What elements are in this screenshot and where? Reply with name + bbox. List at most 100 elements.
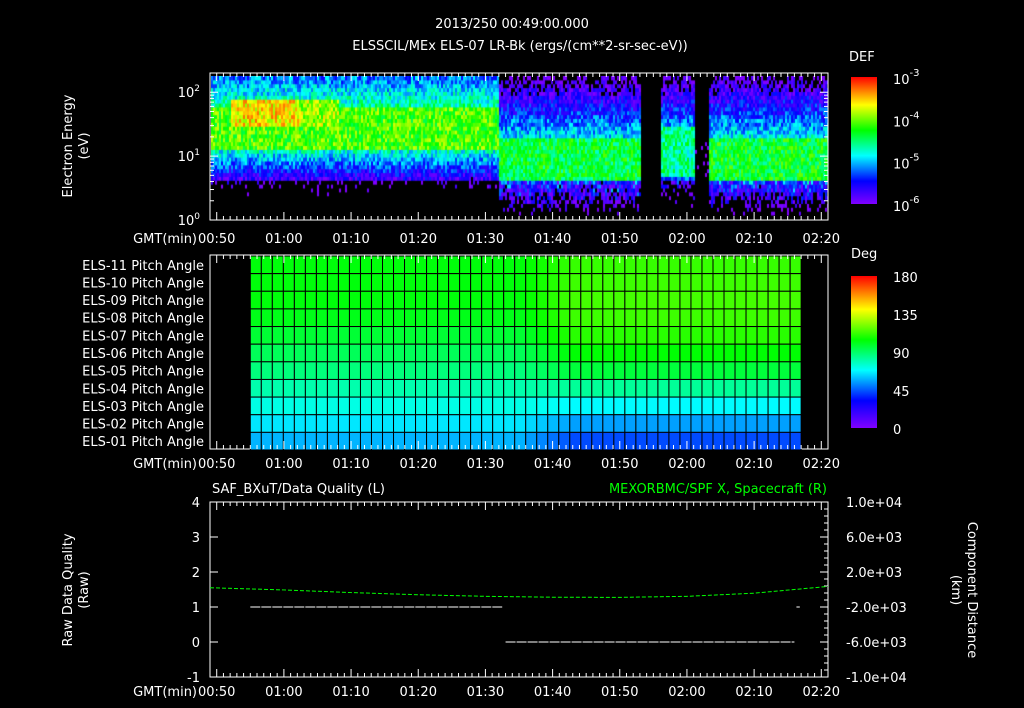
pitch-angle-cell [701, 308, 714, 328]
pitch-angle-row-label: ELS-11 Pitch Angle [82, 259, 204, 274]
pitch-angle-cell [393, 290, 406, 310]
pitch-angle-cell [426, 343, 439, 363]
pitch-angle-cell [293, 290, 306, 310]
pitch-angle-cell [591, 273, 604, 292]
pitch-angle-cell [657, 290, 670, 310]
pitch-angle-cell [745, 343, 758, 363]
pitch-angle-cell [723, 255, 736, 275]
pitch-angle-cell [282, 255, 295, 275]
spectrogram-frame [209, 72, 829, 221]
left-series-title: SAF_BXuT/Data Quality (L) [212, 482, 385, 497]
pitch-angle-cell [701, 361, 714, 380]
pitch-angle-cell [315, 290, 328, 310]
spectrogram-panel: 00:50 01:00 01:10 01:20 01:30 01:40 01:50 02:00… [61, 50, 920, 247]
pitch-angle-cell [756, 290, 769, 310]
pitch-angle-cell [492, 290, 505, 310]
pitch-angle-cell [525, 326, 538, 345]
colorbar-tick-exponent: -6 [910, 195, 920, 206]
pitch-angle-cell [249, 273, 262, 292]
pitch-angle-cell [492, 326, 505, 345]
pitch-angle-cell [448, 361, 461, 380]
pitch-angle-cell [679, 273, 692, 292]
pitch-angle-row-label: ELS-07 Pitch Angle [82, 329, 204, 344]
pitch-angle-cell [326, 431, 339, 451]
pitch-angle-cell [602, 343, 615, 363]
x-tick-label: 01:30 [467, 457, 504, 472]
pitch-angle-cell [547, 255, 560, 275]
pitch-angle-cell [282, 361, 295, 380]
pitch-angle-cell [293, 308, 306, 328]
pitch-angle-cell [481, 396, 494, 416]
pitch-angle-cell [679, 308, 692, 328]
pitch-angle-cell [437, 414, 450, 433]
pitch-angle-cell [657, 273, 670, 292]
pitch-angle-cell [348, 414, 361, 433]
pitch-angle-cell [282, 343, 295, 363]
pitch-angle-cell [547, 273, 560, 292]
pitch-angle-cell [734, 396, 747, 416]
pitch-angle-cell [536, 326, 549, 345]
pitch-angle-cell [569, 378, 582, 398]
colorbar-tick-label: 10-5 [893, 153, 920, 173]
colorbar-tick-label: 90 [893, 347, 910, 362]
pitch-angle-cell [646, 255, 659, 275]
pitch-angle-cell [492, 255, 505, 275]
pitch-angle-cell [778, 396, 791, 416]
pitch-angle-cell [448, 414, 461, 433]
pitch-angle-cell [536, 396, 549, 416]
pitch-angle-cell [348, 396, 361, 416]
spectrogram-ylabel-unit: (eV) [77, 132, 92, 159]
pitch-angle-cell [249, 431, 262, 451]
pitch-angle-cell [293, 343, 306, 363]
pitch-angle-cell [271, 255, 284, 275]
pitch-angle-cell [382, 343, 395, 363]
pitch-angle-cell [448, 378, 461, 398]
pitch-angle-cell [293, 414, 306, 433]
pitch-angle-cell [459, 343, 472, 363]
pitch-angle-cell [624, 414, 637, 433]
pitch-angle-cell [668, 308, 681, 328]
left-y-tick-label: 0 [192, 636, 200, 651]
pitch-angle-cell [492, 361, 505, 380]
pitch-angle-cell [668, 255, 681, 275]
pitch-angle-cell [492, 431, 505, 451]
pitch-angle-cell [370, 414, 384, 433]
pitch-angle-cell [393, 414, 406, 433]
pitch-angle-cell [668, 414, 681, 433]
pitch-angle-cell [437, 273, 450, 292]
pitch-angle-cell [260, 326, 273, 345]
pitch-angle-cell [580, 343, 593, 363]
x-tick-label: 02:00 [668, 685, 705, 700]
pitch-angle-cell [591, 343, 604, 363]
data-quality-panel: SAF_BXuT/Data Quality (L) MEXORBMC/SPF X… [61, 482, 979, 700]
pitch-angle-cell [734, 343, 747, 363]
pitch-angle-cell [712, 273, 725, 292]
pitch-angle-cell [569, 361, 582, 380]
pitch-angle-cell [348, 273, 361, 292]
pitch-angle-cell [481, 361, 494, 380]
right-y-tick-label: -1.0e+04 [846, 671, 907, 686]
left-ylabel: Raw Data Quality [61, 533, 76, 646]
pitch-angle-cell [326, 343, 339, 363]
colorbar-tick-label: 0 [893, 423, 901, 438]
pitch-angle-cell [415, 414, 428, 433]
pitch-angle-cell [525, 308, 538, 328]
pitch-angle-cell [370, 326, 384, 345]
pitch-angle-cell [503, 290, 516, 310]
pitch-angle-cell [404, 343, 417, 363]
pitch-angle-cell [370, 361, 384, 380]
pitch-angle-cell [624, 273, 637, 292]
pitch-angle-cell [271, 308, 284, 328]
pitch-angle-cell [679, 396, 692, 416]
pitch-angle-cell [767, 361, 780, 380]
pitch-angle-cell [503, 308, 516, 328]
pitch-angle-cell [745, 290, 758, 310]
pitch-angle-cell [723, 273, 736, 292]
pitch-angle-cell [348, 326, 361, 345]
x-tick-label: 02:00 [668, 457, 705, 472]
pitch-angle-cell [756, 343, 769, 363]
pitch-angle-cell [359, 255, 372, 275]
pitch-angle-cell [348, 361, 361, 380]
pitch-angle-cell [723, 290, 736, 310]
pitch-angle-cell [767, 343, 780, 363]
